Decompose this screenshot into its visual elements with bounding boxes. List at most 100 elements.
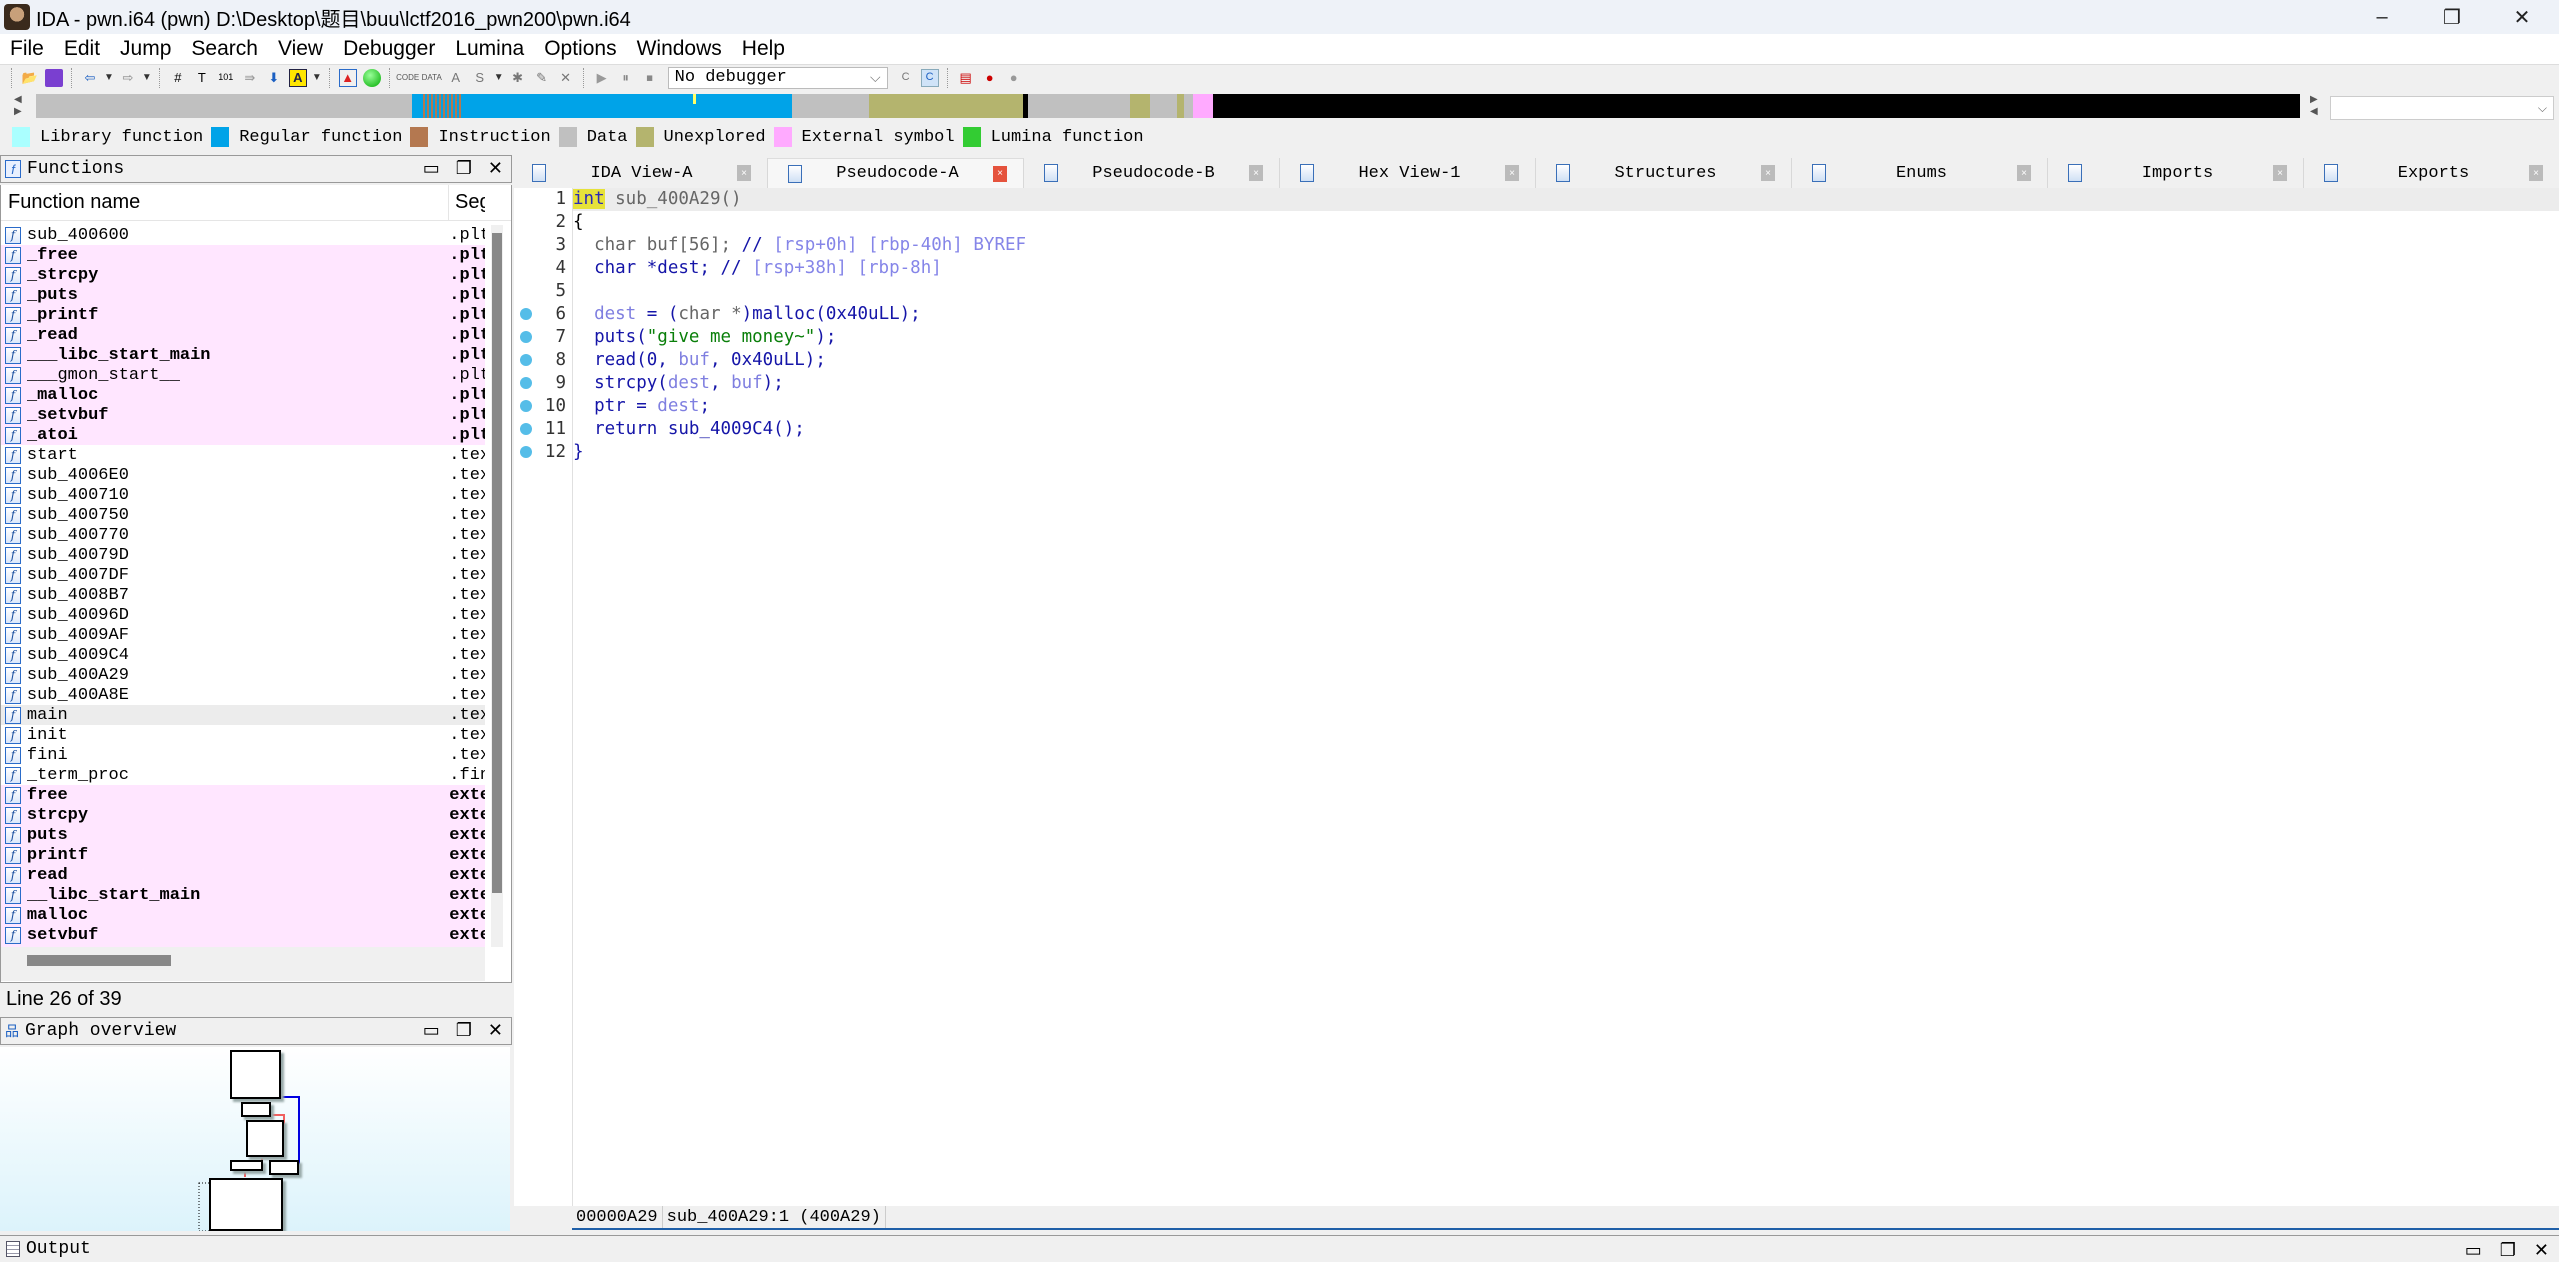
back-icon[interactable]: ⇦ xyxy=(81,69,99,87)
graph-overview-canvas[interactable] xyxy=(0,1047,510,1231)
search-binary-icon[interactable]: # xyxy=(169,69,187,87)
function-row[interactable]: f sub_400770 .text xyxy=(1,525,485,545)
code-line-6[interactable]: dest = (char *)malloc(0x40uLL); xyxy=(573,303,2559,326)
breakpoint-marker-icon[interactable] xyxy=(520,354,532,366)
code-keyword-int[interactable]: int xyxy=(573,189,605,209)
function-row[interactable]: f sub_400A8E .text xyxy=(1,685,485,705)
code-line-3[interactable]: char buf[56]; // [rsp+0h] [rbp-40h] BYRE… xyxy=(573,234,2559,257)
function-row[interactable]: f setvbuf extern xyxy=(1,925,485,945)
code-area[interactable]: int sub_400A29() { char buf[56]; // [rsp… xyxy=(572,188,2559,1206)
menu-lumina[interactable]: Lumina xyxy=(453,37,526,61)
search-next-icon[interactable]: ⇛ xyxy=(241,69,259,87)
function-row[interactable]: f _strcpy .plt xyxy=(1,265,485,285)
code-var-buf[interactable]: buf xyxy=(731,373,763,393)
nav-segment-regular[interactable] xyxy=(411,94,793,118)
nav-segment-external[interactable] xyxy=(1192,94,1214,118)
panel-float-icon[interactable]: ❐ xyxy=(456,1020,472,1041)
maximize-button[interactable]: ❐ xyxy=(2422,0,2482,34)
function-row[interactable]: f _free .plt xyxy=(1,245,485,265)
functions-horizontal-scrollbar[interactable] xyxy=(1,947,485,981)
jump-icon[interactable]: ⬇ xyxy=(265,69,283,87)
function-row[interactable]: f sub_4006E0 .text xyxy=(1,465,485,485)
code-line-4[interactable]: char *dest; // [rsp+38h] [rbp-8h] xyxy=(573,257,2559,280)
function-row[interactable]: f sub_400600 .plt xyxy=(1,225,485,245)
breakpoint-marker-icon[interactable] xyxy=(520,423,532,435)
code-var-ptr[interactable]: ptr = xyxy=(573,396,657,416)
column-header-segment[interactable]: Segment xyxy=(449,191,485,214)
function-row[interactable]: fstart .text xyxy=(1,445,485,465)
tab-exports[interactable]: Exports × xyxy=(2304,158,2559,188)
function-row[interactable]: fread extern xyxy=(1,865,485,885)
tab-close-icon[interactable]: × xyxy=(2529,165,2543,181)
nav-segment-unexplored[interactable] xyxy=(1177,94,1184,118)
function-row[interactable]: f sub_400A29 .text xyxy=(1,665,485,685)
graph-node[interactable] xyxy=(230,1160,263,1171)
panel-maximize-icon[interactable]: ▭ xyxy=(423,158,440,179)
nav-segment-data[interactable] xyxy=(792,94,870,118)
pseudocode-view[interactable]: 1 2 3 4 5 6 7 8 9 10 11 12 int sub_400A29() { char … xyxy=(514,188,2559,1230)
start-icon[interactable]: ▶ xyxy=(593,69,611,87)
step-into-icon[interactable]: C xyxy=(897,69,915,87)
function-row[interactable]: f sub_400710 .text xyxy=(1,485,485,505)
code-function-signature[interactable]: sub_400A29() xyxy=(605,189,741,209)
make-unknown-icon[interactable]: ✱ xyxy=(509,69,527,87)
panel-close-icon[interactable]: ✕ xyxy=(488,1020,503,1041)
tab-pseudocode-a[interactable]: Pseudocode-A × xyxy=(768,158,1024,188)
code-var-dest[interactable]: dest xyxy=(668,373,710,393)
function-row[interactable]: finit .text xyxy=(1,725,485,745)
menu-windows[interactable]: Windows xyxy=(635,37,724,61)
code-line-7[interactable]: puts("give me money~"); xyxy=(573,326,2559,349)
graph-node[interactable] xyxy=(209,1178,283,1231)
nav-segment-data[interactable] xyxy=(1027,94,1130,118)
panel-maximize-icon[interactable]: ▭ xyxy=(423,1020,440,1041)
column-header-function-name[interactable]: Function name xyxy=(1,184,449,221)
panel-close-icon[interactable]: ✕ xyxy=(2534,1240,2549,1261)
code-line-8[interactable]: read(0, buf, 0x40uLL); xyxy=(573,349,2559,372)
tab-close-icon[interactable]: × xyxy=(993,165,1007,182)
make-data-icon[interactable]: DATA xyxy=(422,69,442,87)
breakpoint-marker-icon[interactable] xyxy=(520,446,532,458)
menu-search[interactable]: Search xyxy=(189,37,260,61)
code-read-call[interactable]: read(0, xyxy=(573,350,678,370)
nav-segment-instruction[interactable] xyxy=(423,94,462,118)
code-line-12[interactable]: } xyxy=(573,441,2559,464)
function-row[interactable]: f sub_400750 .text xyxy=(1,505,485,525)
tab-ida-view-a[interactable]: IDA View-A × xyxy=(512,158,768,188)
nav-zoom-arrows-icon[interactable]: ▶ ◀ xyxy=(2310,94,2324,120)
breakpoint-marker-icon[interactable] xyxy=(520,308,532,320)
function-row[interactable]: ffini .text xyxy=(1,745,485,765)
panel-float-icon[interactable]: ❐ xyxy=(2500,1240,2516,1261)
forward-dropdown-icon[interactable]: ▼ xyxy=(142,72,152,83)
code-var-dest[interactable]: dest xyxy=(594,304,636,324)
panel-float-icon[interactable]: ❐ xyxy=(456,158,472,179)
code-line-11[interactable]: return sub_4009C4(); xyxy=(573,418,2559,441)
functions-vertical-scroll-thumb[interactable] xyxy=(492,233,502,893)
code-strcpy-call[interactable]: strcpy( xyxy=(573,373,668,393)
code-return-call[interactable]: return sub_4009C4(); xyxy=(573,419,805,439)
nav-segment-data[interactable] xyxy=(1183,94,1193,118)
tab-close-icon[interactable]: × xyxy=(737,165,751,181)
function-row[interactable]: f _puts .plt xyxy=(1,285,485,305)
open-file-icon[interactable]: 📂 xyxy=(21,69,39,87)
menu-debugger[interactable]: Debugger xyxy=(341,37,437,61)
function-row[interactable]: f _printf .plt xyxy=(1,305,485,325)
function-row[interactable]: f sub_4009AF .text xyxy=(1,625,485,645)
function-row[interactable]: f _read .plt xyxy=(1,325,485,345)
function-row[interactable]: f _malloc .plt xyxy=(1,385,485,405)
graph-node[interactable] xyxy=(246,1120,284,1157)
graph-node[interactable] xyxy=(269,1160,299,1175)
navigation-strip[interactable] xyxy=(36,94,2300,118)
function-row[interactable]: f _atoi .plt xyxy=(1,425,485,445)
save-icon[interactable] xyxy=(45,68,63,87)
function-row[interactable]: fmalloc extern xyxy=(1,905,485,925)
tab-enums[interactable]: Enums × xyxy=(1792,158,2048,188)
nav-segment-unexplored[interactable] xyxy=(869,94,1024,118)
function-row[interactable]: f sub_40096D .text xyxy=(1,605,485,625)
code-line-1[interactable]: int sub_400A29() xyxy=(573,188,2559,211)
function-row[interactable]: f sub_40079D .text xyxy=(1,545,485,565)
code-line-9[interactable]: strcpy(dest, buf); xyxy=(573,372,2559,395)
search-text-icon[interactable]: T xyxy=(193,69,211,87)
breakpoint-marker-icon[interactable] xyxy=(520,400,532,412)
functions-horizontal-scroll-thumb[interactable] xyxy=(27,955,171,966)
tab-close-icon[interactable]: × xyxy=(1505,165,1519,181)
